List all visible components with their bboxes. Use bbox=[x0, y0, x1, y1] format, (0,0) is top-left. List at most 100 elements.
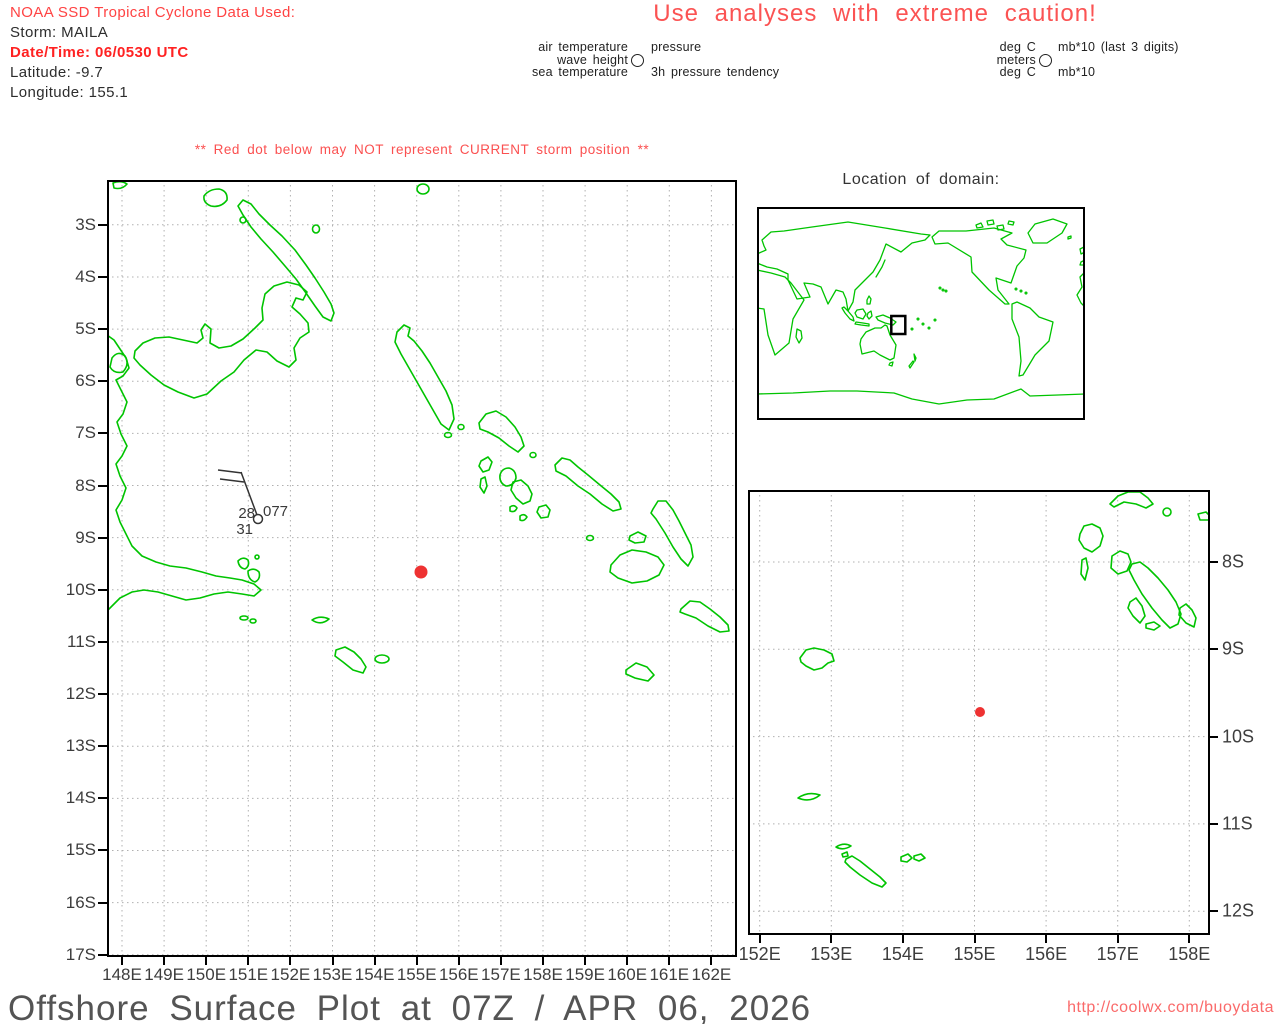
axis-tick-label: 12S bbox=[65, 684, 96, 704]
axis-tick-label: 152E bbox=[738, 944, 781, 964]
axis-tick-label: 13S bbox=[65, 736, 96, 756]
legend-label: air temperature bbox=[538, 40, 628, 54]
legend-label: 3h pressure tendency bbox=[651, 65, 780, 79]
axis-tick-label: 5S bbox=[75, 319, 96, 339]
axis-tick bbox=[247, 957, 250, 965]
main-map-svg: 28 077 31 bbox=[107, 180, 737, 957]
axis-tick bbox=[98, 380, 107, 383]
station-sea-temp: 31 bbox=[236, 521, 253, 538]
axis-tick bbox=[415, 957, 418, 965]
axis-tick bbox=[98, 275, 107, 278]
plot-title: Offshore Surface Plot at 07Z / APR 06, 2… bbox=[8, 989, 812, 1024]
zoom-map bbox=[748, 490, 1210, 935]
axis-tick bbox=[98, 901, 107, 904]
axis-tick bbox=[973, 935, 976, 943]
axis-tick-label: 153E bbox=[312, 965, 353, 984]
axis-tick-label: 157E bbox=[481, 965, 521, 984]
axis-tick bbox=[289, 957, 292, 965]
legend-label: mb*10 bbox=[1058, 65, 1096, 79]
world-coastlines bbox=[757, 218, 1085, 405]
axis-tick-label: 157E bbox=[1096, 944, 1139, 964]
buoy-plot-screen: NOAA SSD Tropical Cyclone Data Used: Sto… bbox=[0, 0, 1280, 1024]
axis-tick-label: 8S bbox=[1222, 551, 1245, 572]
axis-tick-label: 6S bbox=[75, 371, 96, 391]
axis-tick-label: 4S bbox=[75, 266, 96, 286]
world-inset-map bbox=[757, 207, 1085, 420]
axis-tick-label: 148E bbox=[102, 965, 142, 984]
noaa-source-line: NOAA SSD Tropical Cyclone Data Used: bbox=[10, 4, 296, 21]
axis-tick bbox=[98, 693, 107, 696]
axis-tick-label: 16S bbox=[65, 892, 96, 912]
axis-tick-label: 10S bbox=[1222, 726, 1255, 747]
axis-tick bbox=[98, 797, 107, 800]
axis-tick bbox=[1210, 735, 1218, 738]
axis-tick bbox=[542, 957, 544, 965]
station-legend-variables-right: pressure 3h pressure tendency bbox=[651, 41, 779, 79]
axis-tick-label: 15S bbox=[65, 840, 96, 860]
inset-title: Location of domain: bbox=[842, 171, 1000, 188]
axis-tick-label: 9S bbox=[1222, 638, 1245, 659]
axis-tick-label: 9S bbox=[75, 527, 96, 547]
station-model-circle-icon bbox=[1039, 54, 1052, 67]
axis-tick-label: 152E bbox=[270, 965, 311, 984]
axis-tick-label: 155E bbox=[953, 944, 996, 964]
axis-tick-label: 12S bbox=[1222, 900, 1255, 921]
axis-tick-label: 17S bbox=[65, 944, 96, 964]
axis-tick bbox=[1188, 935, 1191, 943]
axis-tick-label: 10S bbox=[65, 579, 96, 599]
axis-tick-label: 7S bbox=[75, 423, 96, 443]
axis-tick bbox=[901, 935, 904, 943]
station-legend-variables-left: air temperature wave height sea temperat… bbox=[478, 41, 628, 79]
axis-tick-label: 151E bbox=[228, 965, 269, 984]
axis-tick bbox=[830, 935, 833, 943]
storm-position-dot bbox=[414, 565, 428, 579]
axis-tick-label: 158E bbox=[1168, 944, 1211, 964]
main-map: 28 077 31 bbox=[107, 180, 737, 957]
axis-tick bbox=[98, 588, 107, 591]
station-plot: 28 077 31 bbox=[217, 469, 288, 538]
axis-tick bbox=[1210, 910, 1218, 913]
axis-tick bbox=[98, 432, 107, 435]
main-map-coastlines bbox=[107, 180, 730, 682]
axis-tick bbox=[98, 223, 107, 226]
legend-label: sea temperature bbox=[531, 65, 628, 79]
station-model-circle-icon bbox=[631, 54, 644, 67]
axis-tick bbox=[1116, 935, 1119, 943]
axis-tick-label: 153E bbox=[810, 944, 853, 964]
axis-tick bbox=[98, 536, 107, 539]
axis-tick-label: 150E bbox=[186, 965, 227, 984]
source-url: http://coolwx.com/buoydata bbox=[1067, 999, 1274, 1016]
axis-tick-label: 161E bbox=[649, 965, 690, 984]
axis-tick bbox=[626, 957, 629, 965]
axis-tick bbox=[98, 484, 107, 487]
axis-tick-label: 149E bbox=[144, 965, 184, 984]
axis-tick bbox=[1210, 822, 1218, 825]
axis-tick-label: 156E bbox=[1025, 944, 1068, 964]
axis-tick bbox=[121, 957, 123, 965]
axis-tick-label: 156E bbox=[438, 965, 479, 984]
station-air-temp: 28 bbox=[238, 505, 255, 522]
caution-title: Use analyses with extreme caution! bbox=[653, 0, 1097, 27]
axis-tick bbox=[1045, 935, 1048, 943]
storm-name-line: Storm: MAILA bbox=[10, 24, 109, 41]
axis-tick bbox=[98, 640, 107, 643]
axis-tick bbox=[331, 957, 334, 965]
legend-label: deg C bbox=[999, 40, 1036, 54]
storm-position-dot bbox=[975, 707, 985, 717]
axis-tick bbox=[1210, 648, 1218, 651]
zoom-map-coastlines bbox=[797, 491, 1210, 888]
legend-label: mb*10 (last 3 digits) bbox=[1058, 40, 1179, 54]
station-legend-units-right: mb*10 (last 3 digits) mb*10 bbox=[1058, 41, 1179, 79]
axis-tick-label: 11S bbox=[1222, 813, 1253, 834]
axis-tick bbox=[205, 957, 208, 965]
axis-tick bbox=[98, 745, 107, 748]
axis-tick-label: 155E bbox=[396, 965, 437, 984]
axis-tick-label: 160E bbox=[607, 965, 648, 984]
axis-tick bbox=[710, 957, 713, 965]
axis-tick-label: 154E bbox=[881, 944, 924, 964]
axis-tick-label: 14S bbox=[65, 788, 96, 808]
axis-tick-label: 159E bbox=[565, 965, 605, 984]
axis-tick-label: 11S bbox=[67, 631, 96, 651]
legend-label: pressure bbox=[651, 40, 702, 54]
storm-longitude-line: Longitude: 155.1 bbox=[10, 84, 129, 101]
